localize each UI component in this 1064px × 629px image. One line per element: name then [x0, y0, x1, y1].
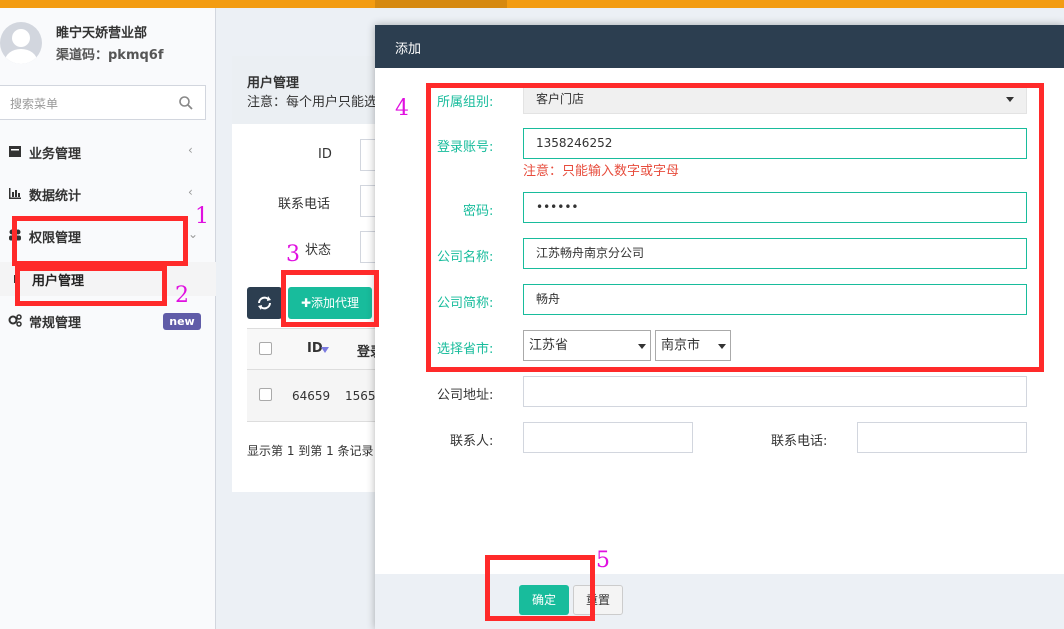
refresh-button[interactable]: [247, 287, 282, 319]
table-cell-login: 1565: [345, 389, 375, 403]
dialog-title: 添加: [395, 42, 422, 57]
annotation-number-3: 3: [286, 242, 300, 267]
sidebar-item-business[interactable]: 业务管理 ‹: [0, 135, 216, 169]
sidebar-item-label: 常规管理: [29, 316, 82, 331]
search-icon[interactable]: [177, 94, 195, 112]
filter-id-label: ID: [318, 147, 332, 162]
address-input[interactable]: [523, 376, 1027, 407]
new-badge: new: [163, 313, 201, 330]
dialog-header: 添加: [375, 25, 1064, 68]
avatar: [0, 22, 42, 64]
chevron-left-icon: ‹: [188, 143, 193, 157]
cogs-icon: [8, 314, 22, 327]
sidebar-item-label: 业务管理: [29, 147, 82, 162]
row-checkbox[interactable]: [259, 388, 272, 401]
user-name: 睢宁天娇营业部: [56, 26, 148, 41]
sidebar-item-label: 数据统计: [29, 189, 82, 204]
pagination-info: 显示第 1 到第 1 条记录: [247, 444, 374, 458]
page-note: 注意：每个用户只能选: [247, 95, 375, 110]
contact-phone-input[interactable]: [857, 422, 1027, 453]
sidebar: 睢宁天娇营业部 渠道码：pkmq6f 搜索菜单 业务管理 ‹ 数据统计 ‹ 权限…: [0, 8, 216, 629]
annotation-number-1: 1: [195, 204, 209, 229]
column-login-header[interactable]: 登录: [357, 341, 375, 360]
annotation-number-4: 4: [395, 96, 409, 121]
filter-phone-label: 联系电话: [278, 197, 331, 212]
filter-status-label: 状态: [305, 243, 332, 258]
annotation-number-5: 5: [596, 548, 610, 573]
dialog-footer: [375, 574, 1064, 629]
search-placeholder: 搜索菜单: [10, 97, 59, 111]
top-bar-segment: [375, 0, 507, 8]
contact-label: 联系人:: [450, 434, 494, 449]
highlight-box-2: [15, 266, 167, 306]
chevron-left-icon: ‹: [188, 185, 193, 199]
top-bar: [0, 0, 1064, 8]
highlight-box-5: [485, 555, 595, 621]
channel-code: 渠道码：pkmq6f: [56, 48, 164, 63]
address-label: 公司地址:: [437, 388, 494, 403]
bar-chart-icon: [9, 188, 21, 199]
select-all-checkbox[interactable]: [259, 342, 272, 355]
annotation-number-2: 2: [175, 283, 189, 308]
sort-desc-icon[interactable]: [321, 347, 329, 353]
highlight-box-4: [426, 83, 1044, 372]
briefcase-icon: [9, 146, 21, 157]
contact-input[interactable]: [523, 422, 693, 453]
highlight-box-1: [12, 216, 188, 266]
contact-phone-label: 联系电话:: [771, 434, 828, 449]
sidebar-item-statistics[interactable]: 数据统计 ‹: [0, 177, 216, 211]
chevron-down-icon: ⌄: [188, 227, 199, 241]
menu-search-input[interactable]: 搜索菜单: [0, 85, 206, 120]
table-cell-id: 64659: [292, 389, 331, 403]
refresh-icon: [258, 296, 271, 310]
highlight-box-3: [281, 270, 379, 327]
page-title: 用户管理: [247, 76, 300, 91]
